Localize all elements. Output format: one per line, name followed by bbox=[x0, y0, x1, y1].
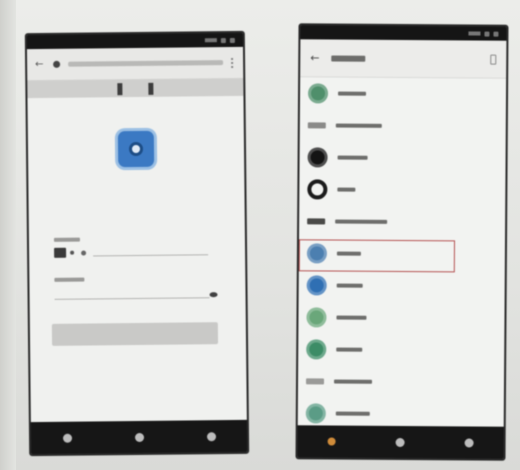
sign-in-button[interactable] bbox=[51, 322, 219, 346]
header-mark-right bbox=[148, 82, 154, 95]
phone-number-input[interactable] bbox=[93, 248, 209, 257]
header-mark-left bbox=[117, 82, 123, 95]
nav-recents-icon[interactable] bbox=[464, 437, 474, 448]
device-icon bbox=[307, 179, 328, 200]
phone-add-device: ← bbox=[295, 23, 509, 461]
login-form bbox=[27, 95, 248, 439]
device-item[interactable] bbox=[299, 173, 505, 206]
device-icon bbox=[306, 307, 327, 328]
device-name bbox=[336, 347, 363, 352]
device-name bbox=[335, 411, 370, 416]
device-name bbox=[337, 187, 356, 192]
device-name bbox=[336, 251, 361, 256]
device-name bbox=[334, 379, 373, 384]
logo-center-icon bbox=[128, 141, 144, 157]
nav-back-icon[interactable] bbox=[62, 433, 72, 443]
device-item[interactable] bbox=[298, 301, 504, 334]
scan-icon[interactable] bbox=[490, 54, 497, 65]
show-password-icon[interactable] bbox=[209, 292, 218, 298]
device-icon bbox=[307, 147, 328, 168]
android-nav-bar bbox=[297, 425, 504, 459]
back-arrow-icon[interactable]: ← bbox=[310, 51, 319, 64]
status-bar bbox=[300, 25, 507, 41]
device-icon bbox=[307, 122, 326, 129]
phone-browser-login: ← bbox=[24, 30, 250, 457]
page-edge bbox=[0, 0, 16, 470]
device-icon bbox=[306, 339, 327, 360]
nav-recents-icon[interactable] bbox=[206, 431, 216, 441]
battery-icon bbox=[229, 37, 235, 43]
battery-icon bbox=[493, 31, 499, 37]
device-item[interactable] bbox=[300, 77, 506, 110]
app-logo-icon bbox=[117, 130, 155, 168]
device-name bbox=[336, 283, 363, 288]
browser-url-bar: ← bbox=[26, 46, 244, 82]
device-item[interactable] bbox=[298, 237, 505, 273]
device-item[interactable] bbox=[298, 333, 504, 366]
device-icon bbox=[307, 83, 329, 104]
signal-icon bbox=[468, 31, 481, 36]
password-input[interactable] bbox=[54, 290, 210, 300]
device-name bbox=[335, 123, 382, 128]
wifi-icon bbox=[484, 31, 490, 37]
password-label bbox=[54, 277, 85, 282]
device-item[interactable] bbox=[299, 269, 505, 302]
device-icon bbox=[305, 403, 326, 424]
nav-home-icon[interactable] bbox=[395, 437, 405, 447]
device-icon bbox=[306, 243, 327, 264]
chevron-down-icon[interactable] bbox=[70, 250, 75, 255]
nav-back-icon[interactable] bbox=[327, 437, 336, 446]
android-nav-bar bbox=[30, 419, 248, 455]
signal-icon bbox=[204, 38, 217, 43]
region-label bbox=[53, 237, 80, 242]
nav-home-icon[interactable] bbox=[134, 432, 144, 442]
country-flag-icon[interactable] bbox=[54, 247, 67, 258]
device-name bbox=[335, 219, 388, 224]
app-bar: ← bbox=[300, 39, 507, 79]
wifi-icon bbox=[220, 37, 226, 43]
device-item[interactable] bbox=[298, 365, 504, 398]
device-item[interactable] bbox=[299, 205, 505, 238]
device-name bbox=[336, 315, 367, 320]
device-name bbox=[337, 155, 368, 160]
back-arrow-icon[interactable]: ← bbox=[35, 58, 45, 69]
device-icon bbox=[306, 275, 327, 296]
overflow-menu-icon[interactable] bbox=[231, 57, 236, 68]
device-name bbox=[338, 91, 367, 96]
page-title bbox=[331, 55, 366, 62]
device-icon bbox=[306, 378, 325, 385]
device-list bbox=[298, 77, 506, 430]
device-item[interactable] bbox=[300, 109, 506, 142]
device-item[interactable] bbox=[299, 141, 505, 174]
country-code bbox=[81, 250, 87, 256]
device-icon bbox=[307, 218, 326, 225]
url-text[interactable] bbox=[68, 60, 224, 67]
lock-icon bbox=[53, 60, 61, 68]
